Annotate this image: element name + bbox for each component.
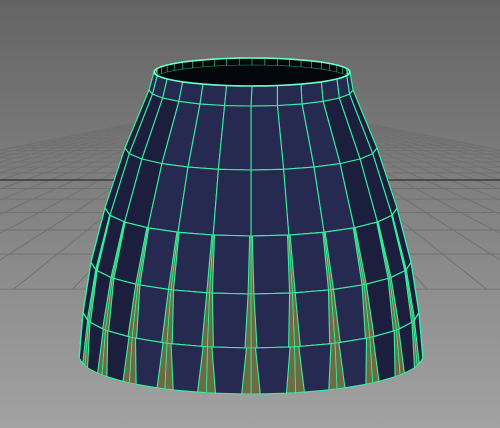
mesh-collar-face xyxy=(224,84,253,107)
mesh-face xyxy=(217,104,252,171)
mesh-face xyxy=(211,234,251,295)
mesh-face xyxy=(289,231,330,294)
mesh-face xyxy=(250,104,285,171)
mesh-collar-face xyxy=(320,78,340,102)
mesh-face xyxy=(250,168,290,237)
mesh-collar-face xyxy=(276,83,303,107)
mesh-collar-face xyxy=(250,84,278,107)
mesh-face xyxy=(211,292,249,349)
mesh-collar-face xyxy=(178,81,204,105)
mesh-face xyxy=(212,168,252,237)
maya-3d-viewport[interactable] xyxy=(0,0,500,428)
mesh-collar-face xyxy=(300,81,324,105)
mesh-face xyxy=(170,343,204,393)
mesh-face xyxy=(253,292,291,349)
mesh-face xyxy=(251,234,291,295)
mesh-face xyxy=(211,346,248,395)
mesh-face xyxy=(172,231,213,294)
mesh-collar-face xyxy=(199,83,228,107)
mesh-face xyxy=(171,289,208,347)
mesh-face xyxy=(254,346,291,395)
mesh-face xyxy=(294,289,331,347)
viewport-canvas[interactable] xyxy=(0,0,500,428)
mesh-face xyxy=(298,343,332,393)
